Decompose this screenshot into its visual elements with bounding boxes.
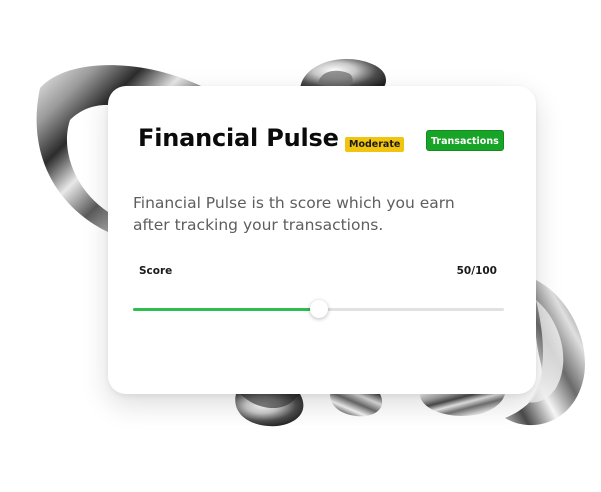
score-label: Score — [139, 265, 173, 277]
slider-thumb[interactable] — [309, 300, 328, 318]
score-slider[interactable] — [133, 299, 504, 319]
transactions-button[interactable]: Transactions — [426, 130, 504, 151]
status-badge: Moderate — [345, 137, 405, 152]
financial-pulse-card: Financial Pulse Moderate Transactions Fi… — [108, 86, 536, 394]
score-value: 50/100 — [456, 265, 497, 277]
slider-fill — [133, 308, 319, 311]
card-description: Financial Pulse is th score which you ea… — [133, 194, 455, 234]
card-title: Financial Pulse — [138, 124, 339, 152]
